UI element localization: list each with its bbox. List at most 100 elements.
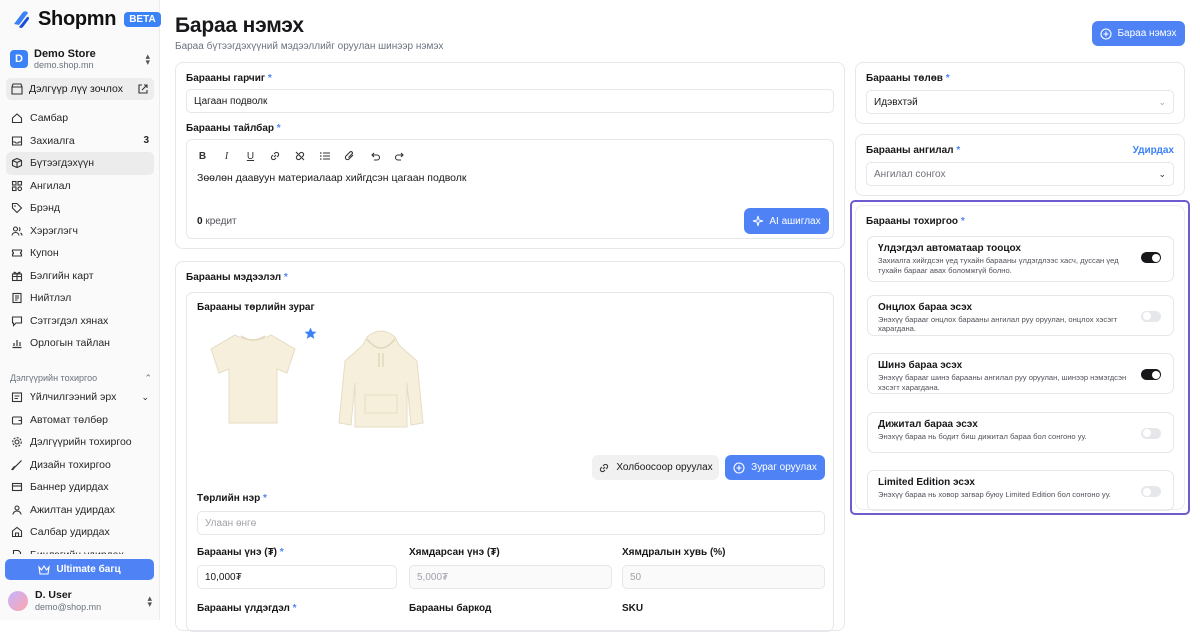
setting-toggle[interactable] (1141, 427, 1161, 439)
file-icon (12, 549, 22, 554)
category-icon (11, 180, 23, 191)
setting-toggle[interactable] (1141, 486, 1161, 497)
nav-item-label: Самбар (30, 112, 69, 125)
sidebar: Shopmn BETA D Demo Store demo.shop.mn ▴ ▾… (0, 0, 161, 620)
nav-item-3[interactable]: Ангилал (6, 175, 154, 198)
badge-icon (11, 392, 23, 403)
nav-item-4[interactable]: Брэнд (6, 197, 154, 220)
variant-image-hoodie[interactable] (327, 323, 435, 433)
setting-toggle[interactable] (1141, 369, 1161, 380)
setting-title: Дижитал бараа эсэх (878, 418, 978, 430)
setting-description: Энэхүү бараaг шинэ барааны ангилал руу о… (878, 373, 1127, 392)
nav-item-9[interactable]: Сэтгэгдэл хянах (6, 310, 154, 333)
nav2-item-label: Баннер удирдах (30, 481, 109, 494)
store-settings-section[interactable]: Дэлгүүрийн тохиргоо ⌃ (10, 373, 152, 384)
nav-item-10[interactable]: Орлогын тайлан (6, 332, 154, 355)
nav-item-label: Сэтгэгдэл хянах (30, 314, 109, 327)
attachment-icon[interactable] (344, 150, 356, 162)
link-icon (600, 463, 609, 472)
link-icon[interactable] (269, 150, 281, 162)
nav-item-label: Бэлгийн карт (30, 269, 94, 282)
nav-item-0[interactable]: Самбар (6, 107, 154, 130)
italic-icon[interactable]: I (221, 151, 232, 162)
nav2-item-label: Ажилтан удирдах (30, 503, 115, 516)
redo-icon[interactable] (394, 150, 406, 162)
brand-logo[interactable]: Shopmn BETA (10, 8, 161, 31)
ultimate-plan-button[interactable]: Ultimate багц (5, 559, 154, 580)
user-email: demo@shop.mn (35, 601, 102, 612)
variant-image-tshirt[interactable] (199, 323, 317, 433)
nav-item-7[interactable]: Бэлгийн карт (6, 265, 154, 288)
tshirt-image (210, 334, 296, 424)
user-name: D. User (35, 589, 72, 602)
chevron-down-icon: ⌄ (1158, 96, 1166, 107)
category-label: Барааны ангилал * (866, 145, 961, 156)
visit-store-button[interactable]: Дэлгүүр лүү зочлох (6, 78, 154, 100)
users-icon (11, 226, 23, 236)
variant-image-label: Барааны төрлийн зураг (197, 302, 315, 313)
variant-name-input[interactable]: Улаан өнгө (197, 511, 825, 535)
price-input[interactable]: 10,000₮ (197, 565, 397, 589)
nav2-item-2[interactable]: Дэлгүүрийн тохиргоо (6, 431, 154, 454)
comment-icon (11, 316, 23, 327)
nav-item-label: Ангилал (30, 179, 71, 192)
nav2-item-5[interactable]: Ажилтан удирдах (6, 499, 154, 522)
setting-toggle[interactable] (1141, 252, 1161, 263)
unlink-icon[interactable] (294, 150, 306, 162)
status-select[interactable]: Идэвхтэй ⌄ (866, 90, 1174, 114)
brush-icon (11, 459, 22, 470)
nav2-item-7[interactable]: Бичлэгийн удирдах (6, 544, 154, 554)
list-icon[interactable] (319, 150, 331, 162)
nav-item-1[interactable]: Захиалга 3 (6, 130, 154, 153)
nav2-item-3[interactable]: Дизайн тохиргоо (6, 454, 154, 477)
nav-item-6[interactable]: Купон (6, 242, 154, 265)
rich-text-editor[interactable]: B I U Зөөлөн даавуун материалаар хийгдсэ… (186, 139, 834, 239)
setting-title: Limited Edition эсэх (878, 477, 975, 488)
shopmn-logo-icon (14, 10, 29, 28)
chart-icon (12, 340, 22, 349)
chevron-up-icon: ⌃ (144, 373, 152, 383)
visit-store-label: Дэлгүүр лүү зочлох (29, 83, 123, 95)
upload-by-link-button[interactable]: Холбоосоор оруулах (592, 455, 719, 480)
crown-icon (38, 564, 51, 575)
discount-price-input[interactable]: 5,000₮ (409, 565, 612, 589)
title-input[interactable]: Цагаан подволк (186, 89, 834, 113)
nav2-item-6[interactable]: Салбар удирдах (6, 521, 154, 544)
nav-item-5[interactable]: Хэрэглэгч (6, 220, 154, 243)
nav-item-2[interactable]: Бүтээгдэхүүн (6, 152, 154, 175)
nav-item-label: Брэнд (30, 202, 61, 215)
stock-label: Барааны үлдэгдэл * (197, 603, 297, 614)
nav-item-8[interactable]: Нийтлэл (6, 287, 154, 310)
setting-toggle[interactable] (1141, 310, 1161, 322)
setting-title: Үлдэгдэл автоматаар тооцох (878, 243, 1021, 254)
main-nav: Самбар Захиалга 3 Бүтээгдэхүүн Ангилал Брэнд Х… (6, 107, 154, 355)
setting-row: Үлдэгдэл автоматаар тооцох Захиалга хийгд… (867, 236, 1174, 282)
star-icon[interactable] (304, 327, 317, 340)
upload-image-button[interactable]: Зураг оруулах (725, 455, 825, 480)
category-card: Барааны ангилал * Удирдах Ангилал сонгох… (855, 134, 1185, 196)
undo-icon[interactable] (369, 150, 381, 162)
manage-categories-link[interactable]: Удирдах (1133, 145, 1174, 156)
nav2-item-label: Үйлчилгээний эрх (30, 391, 117, 404)
setting-description: Захиалга хийгдсэн үед тухайн барааны үлд… (878, 256, 1119, 275)
nav2-item-0[interactable]: Үйлчилгээний эрх ⌄ (6, 386, 154, 409)
nav2-item-label: Бичлэгийн удирдах (30, 549, 124, 554)
store-switcher[interactable]: D Demo Store demo.shop.mn ▴ ▾ (6, 44, 154, 74)
bold-icon[interactable]: B (197, 151, 208, 162)
discount-percent-input[interactable]: 50 (622, 565, 825, 589)
underline-icon[interactable]: U (245, 151, 256, 162)
discount-percent-label: Хямдралын хувь (%) (622, 547, 726, 558)
price-label: Барааны үнэ (₮) * (197, 547, 284, 558)
nav2-item-1[interactable]: Автомат төлбөр (6, 409, 154, 432)
nav2-item-4[interactable]: Баннер удирдах (6, 476, 154, 499)
nav-item-label: Хэрэглэгч (30, 224, 78, 237)
setting-description: Энэхүү бараа нь бодит биш дижитал бараа … (878, 431, 1087, 441)
ai-generate-button[interactable]: AI ашиглах (744, 208, 829, 234)
user-menu[interactable]: D. User demo@shop.mn ▴ ▾ (8, 589, 152, 613)
store-name: Demo Store (34, 47, 96, 60)
nav-item-label: Захиалга (30, 134, 75, 147)
add-product-button[interactable]: Бараа нэмэх (1092, 21, 1185, 46)
nav2-item-label: Дизайн тохиргоо (30, 458, 111, 471)
store-avatar: D (10, 50, 28, 68)
category-select[interactable]: Ангилал сонгох ⌄ (866, 162, 1174, 186)
